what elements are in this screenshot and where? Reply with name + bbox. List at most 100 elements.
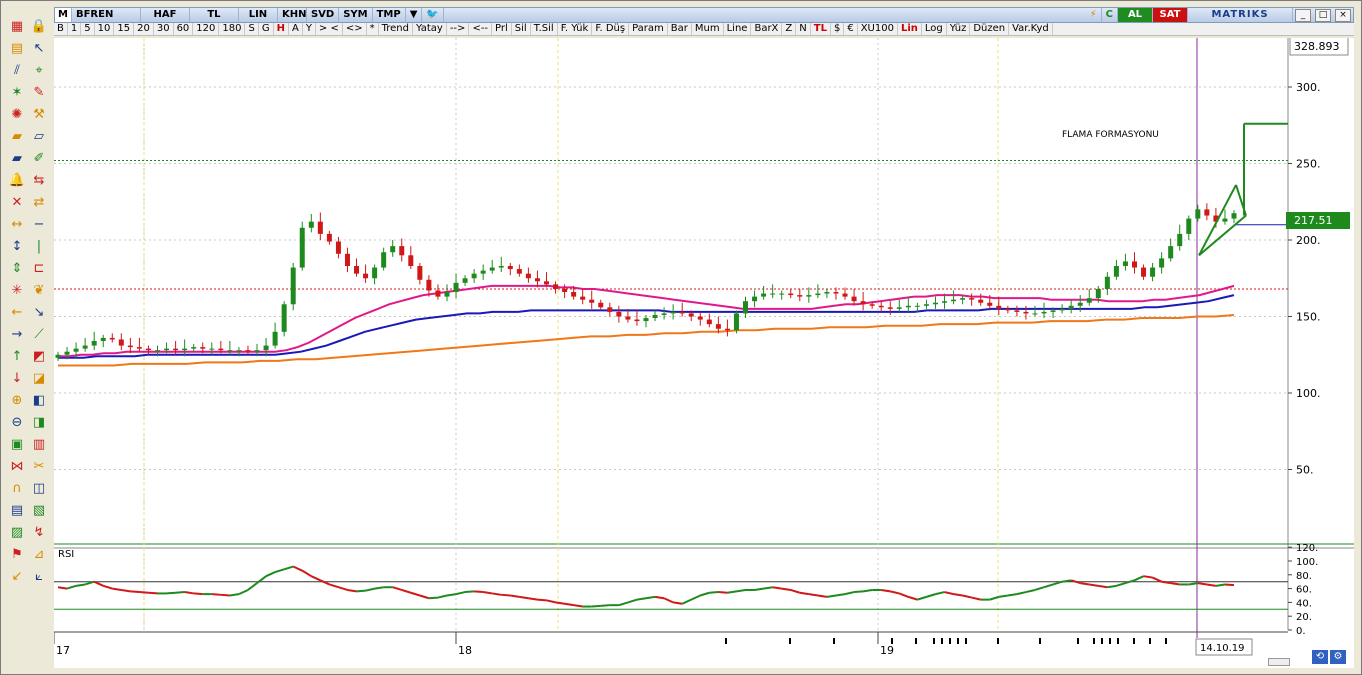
- toolbar-item-7[interactable]: 60: [174, 23, 194, 35]
- frame-icon[interactable]: ▣: [8, 436, 26, 454]
- field-khn[interactable]: KHN: [278, 8, 307, 22]
- grid-icon[interactable]: ▦: [8, 18, 26, 36]
- field-lin[interactable]: LIN: [239, 8, 278, 22]
- field-tl[interactable]: TL: [190, 8, 239, 22]
- toolbar-item-39[interactable]: Log: [922, 23, 947, 35]
- twitter-bird-icon[interactable]: 🐦: [422, 8, 444, 22]
- flag-icon[interactable]: ⚑: [8, 546, 26, 564]
- down-chart-icon[interactable]: ↙: [8, 568, 26, 586]
- pencil-icon[interactable]: ✎: [30, 84, 48, 102]
- toolbar-item-11[interactable]: G: [259, 23, 274, 35]
- bars-red-icon[interactable]: ▥: [30, 436, 48, 454]
- toolbar-item-0[interactable]: B: [54, 23, 68, 35]
- minimize-icon[interactable]: _: [1295, 8, 1311, 22]
- toolbar-item-34[interactable]: TL: [811, 23, 831, 35]
- fan-icon[interactable]: ✶: [8, 84, 26, 102]
- buy-button[interactable]: AL: [1118, 8, 1153, 22]
- close-icon[interactable]: ×: [1335, 8, 1351, 22]
- sell-button[interactable]: SAT: [1153, 8, 1188, 22]
- toolbar-item-42[interactable]: Var.Kyd: [1009, 23, 1053, 35]
- toolbar-item-10[interactable]: S: [245, 23, 259, 35]
- toolbar-item-6[interactable]: 30: [154, 23, 174, 35]
- toolbar-item-25[interactable]: F. Yük: [558, 23, 593, 35]
- expand-horizontal-icon[interactable]: ↔: [8, 216, 26, 234]
- scissors-icon[interactable]: ✂: [30, 458, 48, 476]
- pin-icon[interactable]: ⊿: [30, 546, 48, 564]
- dropdown-arrow-icon[interactable]: ▼: [406, 8, 423, 22]
- diagonal-arrow-icon[interactable]: ↘: [30, 304, 48, 322]
- toolbar-item-26[interactable]: F. Düş: [592, 23, 630, 35]
- toolbar-item-2[interactable]: 5: [81, 23, 95, 35]
- ruler-icon[interactable]: ▱: [30, 128, 48, 146]
- stack-icon[interactable]: ▤: [8, 502, 26, 520]
- tilted-line-icon[interactable]: ⟋: [30, 326, 48, 344]
- toolbar-item-36[interactable]: €: [844, 23, 858, 35]
- pipe-icon[interactable]: |: [30, 238, 48, 256]
- toolbar-item-5[interactable]: 20: [134, 23, 154, 35]
- toolbar-item-29[interactable]: Mum: [692, 23, 724, 35]
- toolbar-item-3[interactable]: 10: [95, 23, 115, 35]
- toolbar-item-15[interactable]: > <: [316, 23, 343, 35]
- toolbar-item-40[interactable]: Yüz: [947, 23, 971, 35]
- arrow-right-icon[interactable]: →: [8, 326, 26, 344]
- horizontal-scroll-thumb[interactable]: [1268, 658, 1290, 666]
- toolbar-item-22[interactable]: Prl: [492, 23, 512, 35]
- lightning-icon[interactable]: ⚡: [1086, 8, 1102, 22]
- chart-down-icon[interactable]: ◨: [30, 414, 48, 432]
- bracket-icon[interactable]: ⊏: [30, 260, 48, 278]
- price-chart-panel[interactable]: 300. 250. 200. 150. 100. 50. 0. 20. 40. 60. 80. 10…: [53, 36, 1354, 668]
- arrow-down-icon[interactable]: ↓: [8, 370, 26, 388]
- crosshair-icon[interactable]: ⌖: [30, 62, 48, 80]
- toolbar-item-23[interactable]: Sil: [512, 23, 531, 35]
- bowtie-icon[interactable]: ⋈: [8, 458, 26, 476]
- shovel-icon[interactable]: ⚒: [30, 106, 48, 124]
- toolbar-item-9[interactable]: 180: [219, 23, 246, 35]
- measure-icon[interactable]: ▨: [8, 524, 26, 542]
- toolbar-item-31[interactable]: BarX: [751, 23, 783, 35]
- chart-up-icon[interactable]: ◧: [30, 392, 48, 410]
- bell-icon[interactable]: 🔔: [8, 172, 26, 190]
- pen-green-icon[interactable]: ✐: [30, 150, 48, 168]
- arrow-left-icon[interactable]: ←: [8, 304, 26, 322]
- toolbar-item-21[interactable]: <--: [469, 23, 493, 35]
- toolbar-item-17[interactable]: *: [367, 23, 379, 35]
- toolbar-item-38[interactable]: Lin: [898, 23, 922, 35]
- toolbar-item-8[interactable]: 120: [193, 23, 220, 35]
- maximize-icon[interactable]: □: [1315, 8, 1331, 22]
- arrow-up-icon[interactable]: ↑: [8, 348, 26, 366]
- lock-icon[interactable]: 🔒: [30, 18, 48, 36]
- expand-vertical2-icon[interactable]: ⇕: [8, 260, 26, 278]
- toolbar-item-35[interactable]: $: [831, 23, 845, 35]
- chart-add-icon[interactable]: ◩: [30, 348, 48, 366]
- toolbar-item-18[interactable]: Trend: [379, 23, 413, 35]
- sync-icon[interactable]: ⟲: [1312, 650, 1328, 664]
- toolbar-item-13[interactable]: A: [289, 23, 303, 35]
- leaf-icon[interactable]: ❦: [30, 282, 48, 300]
- minus-icon[interactable]: −: [30, 216, 48, 234]
- toolbar-item-4[interactable]: 15: [114, 23, 135, 35]
- bars-icon[interactable]: ▤: [8, 40, 26, 58]
- toolbar-item-24[interactable]: T.Sil: [531, 23, 558, 35]
- toolbar-item-37[interactable]: XU100: [858, 23, 898, 35]
- cross-arrows-icon[interactable]: ✕: [8, 194, 26, 212]
- gear-draw-icon[interactable]: ✺: [8, 106, 26, 124]
- expand-vertical-icon[interactable]: ↕: [8, 238, 26, 256]
- price-plot-area[interactable]: [54, 38, 1288, 544]
- cursor-arrow-icon[interactable]: ↖: [30, 40, 48, 58]
- magnet-icon[interactable]: ∩: [8, 480, 26, 498]
- atom-icon[interactable]: ✳: [8, 282, 26, 300]
- folder-line-icon[interactable]: ▰: [8, 150, 26, 168]
- zoom-out-icon[interactable]: ⊖: [8, 414, 26, 432]
- arrows-horizontal-icon[interactable]: ⇆: [30, 172, 48, 190]
- symbol-field[interactable]: BFREN: [72, 8, 141, 22]
- folder-icon[interactable]: ▰: [8, 128, 26, 146]
- toolbar-item-12[interactable]: H: [274, 23, 289, 35]
- refresh-icon[interactable]: C: [1102, 8, 1118, 22]
- menu-m-button[interactable]: M: [55, 8, 72, 22]
- toolbar-item-14[interactable]: Y: [303, 23, 316, 35]
- settings-icon[interactable]: ⚙: [1330, 650, 1346, 664]
- doc-icon[interactable]: ▧: [30, 502, 48, 520]
- arrows-swap-icon[interactable]: ⇄: [30, 194, 48, 212]
- toolbar-item-19[interactable]: Yatay: [413, 23, 447, 35]
- field-sym[interactable]: SYM: [339, 8, 373, 22]
